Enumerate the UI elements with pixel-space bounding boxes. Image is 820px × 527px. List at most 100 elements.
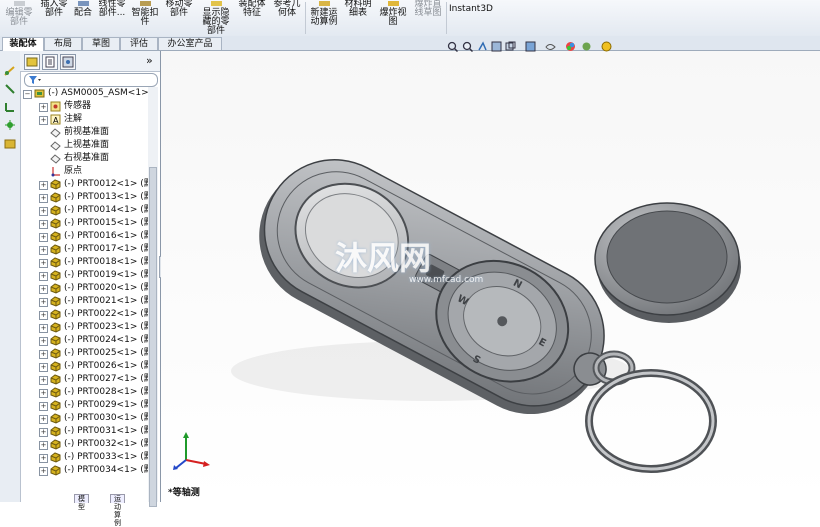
tree-part-item[interactable]: + (-) PRT0032<1> (默认: [22, 438, 148, 451]
tree-part-item[interactable]: + (-) PRT0030<1> (默认: [22, 412, 148, 425]
tree-part-item[interactable]: + (-) PRT0012<1> (默认: [22, 178, 148, 191]
tree-expand-toggle[interactable]: +: [39, 467, 48, 476]
tree-part-item[interactable]: + (-) PRT0029<1> (默认: [22, 399, 148, 412]
smart-mate-icon[interactable]: [4, 65, 16, 77]
tree-expand-toggle[interactable]: +: [39, 181, 48, 190]
tab-office-products[interactable]: 办公室产品: [158, 37, 222, 50]
tab-assembly[interactable]: 装配体: [2, 37, 44, 51]
tree-item[interactable]: 原点: [22, 165, 148, 178]
tree-root-item[interactable]: − (-) ASM0005_ASM<1> (默认: [22, 87, 148, 100]
tree-expand-toggle[interactable]: +: [39, 272, 48, 281]
tree-part-item[interactable]: + (-) PRT0016<1> (默认: [22, 230, 148, 243]
tree-part-item[interactable]: + (-) PRT0023<1> (默认: [22, 321, 148, 334]
tree-expand-toggle[interactable]: +: [39, 337, 48, 346]
tree-part-item[interactable]: + (-) PRT0027<1> (默认: [22, 373, 148, 386]
tree-expand-toggle[interactable]: +: [39, 454, 48, 463]
tree-scroll-thumb[interactable]: [149, 167, 157, 507]
edit-component-button[interactable]: 编辑零 部件: [2, 0, 36, 27]
tree-expand-toggle[interactable]: −: [23, 90, 32, 99]
tree-part-item[interactable]: + (-) PRT0013<1> (默认: [22, 191, 148, 204]
exploded-view-button[interactable]: 爆炸视 图: [377, 0, 409, 27]
zoom-to-fit-icon[interactable]: [447, 41, 459, 53]
graphics-area[interactable]: NESW 沐风网 www.mfcad.com: [161, 51, 820, 502]
apply-scene-icon[interactable]: [581, 41, 592, 52]
tree-item[interactable]: + 传感器: [22, 100, 148, 113]
tree-expand-toggle[interactable]: +: [39, 311, 48, 320]
configuration-manager-tab[interactable]: [60, 54, 76, 70]
tree-expand-toggle[interactable]: +: [39, 207, 48, 216]
keychain-compass-model[interactable]: NESW: [161, 51, 820, 502]
tree-expand-toggle[interactable]: +: [39, 259, 48, 268]
tab-layout[interactable]: 布局: [44, 37, 82, 50]
feature-manager-tab[interactable]: [24, 54, 40, 70]
tree-part-item[interactable]: + (-) PRT0017<1> (默认: [22, 243, 148, 256]
tree-expand-toggle[interactable]: +: [39, 246, 48, 255]
axis-tool-icon[interactable]: [4, 101, 16, 113]
tree-expand-toggle[interactable]: +: [39, 116, 48, 125]
tree-part-item[interactable]: + (-) PRT0026<1> (默认: [22, 360, 148, 373]
show-hidden-components-button[interactable]: 显示隐 藏的零 部件: [199, 0, 233, 36]
section-view-icon[interactable]: [491, 41, 502, 52]
new-motion-study-button[interactable]: 新建运 动算例: [308, 0, 340, 27]
bill-of-materials-button[interactable]: 材料明 细表: [343, 0, 373, 18]
view-settings-icon[interactable]: [601, 41, 612, 52]
line-tool-icon[interactable]: [4, 83, 16, 95]
tree-expand-toggle[interactable]: +: [39, 285, 48, 294]
tree-part-item[interactable]: + (-) PRT0020<1> (默认: [22, 282, 148, 295]
tree-part-item[interactable]: + (-) PRT0031<1> (默认: [22, 425, 148, 438]
mate-button[interactable]: 配合: [72, 0, 94, 18]
property-manager-tab[interactable]: [42, 54, 58, 70]
view-orientation-icon[interactable]: [505, 41, 516, 52]
move-component-button[interactable]: 移动零 部件: [163, 0, 195, 18]
edit-appearance-icon[interactable]: [565, 41, 576, 52]
tree-expand-toggle[interactable]: +: [39, 298, 48, 307]
tree-expand-toggle[interactable]: +: [39, 441, 48, 450]
tool-box-icon[interactable]: [4, 137, 16, 149]
tree-part-item[interactable]: + (-) PRT0028<1> (默认: [22, 386, 148, 399]
tree-expand-toggle[interactable]: +: [39, 220, 48, 229]
expand-panel-icon[interactable]: »: [146, 54, 153, 67]
tree-part-item[interactable]: + (-) PRT0018<1> (默认: [22, 256, 148, 269]
tree-expand-toggle[interactable]: +: [39, 103, 48, 112]
filter-box[interactable]: [24, 73, 158, 87]
tree-item[interactable]: + A 注解: [22, 113, 148, 126]
tree-item[interactable]: 右视基准面: [22, 152, 148, 165]
tree-item[interactable]: 上视基准面: [22, 139, 148, 152]
compass-cap[interactable]: [594, 202, 741, 323]
linear-pattern-button[interactable]: 线性零 部件...: [96, 0, 128, 18]
tree-expand-toggle[interactable]: +: [39, 363, 48, 372]
tree-expand-toggle[interactable]: +: [39, 428, 48, 437]
tree-part-item[interactable]: + (-) PRT0025<1> (默认: [22, 347, 148, 360]
tree-part-item[interactable]: + (-) PRT0021<1> (默认: [22, 295, 148, 308]
insert-component-button[interactable]: 插入零 部件: [38, 0, 70, 18]
tree-expand-toggle[interactable]: +: [39, 194, 48, 203]
point-tool-icon[interactable]: [4, 119, 16, 131]
tree-expand-toggle[interactable]: +: [39, 350, 48, 359]
tree-expand-toggle[interactable]: +: [39, 376, 48, 385]
previous-view-icon[interactable]: [477, 41, 488, 52]
tree-part-item[interactable]: + (-) PRT0034<1> (默认: [22, 464, 148, 477]
smart-fasteners-button[interactable]: 智能扣 件: [130, 0, 160, 27]
tree-part-item[interactable]: + (-) PRT0022<1> (默认: [22, 308, 148, 321]
assembly-features-button[interactable]: 装配体 特征: [236, 0, 268, 18]
display-style-icon[interactable]: [525, 41, 536, 52]
tree-part-item[interactable]: + (-) PRT0014<1> (默认: [22, 204, 148, 217]
tree-item[interactable]: 前视基准面: [22, 126, 148, 139]
tab-sketch[interactable]: 草图: [82, 37, 120, 50]
tree-part-item[interactable]: + (-) PRT0024<1> (默认: [22, 334, 148, 347]
tree-part-item[interactable]: + (-) PRT0033<1> (默认: [22, 451, 148, 464]
hide-show-items-icon[interactable]: [545, 41, 556, 52]
tree-expand-toggle[interactable]: +: [39, 402, 48, 411]
reference-geometry-button[interactable]: 参考几 何体: [271, 0, 303, 18]
tree-scrollbar[interactable]: [148, 87, 158, 507]
tree-part-item[interactable]: + (-) PRT0019<1> (默认: [22, 269, 148, 282]
tab-evaluate[interactable]: 评估: [120, 37, 158, 50]
tree-expand-toggle[interactable]: +: [39, 233, 48, 242]
explode-line-sketch-button[interactable]: 爆炸直 线草图: [412, 0, 444, 18]
instant3d-button[interactable]: Instant3D: [449, 5, 493, 14]
tree-expand-toggle[interactable]: +: [39, 415, 48, 424]
zoom-to-area-icon[interactable]: [462, 41, 474, 53]
tree-part-item[interactable]: + (-) PRT0015<1> (默认: [22, 217, 148, 230]
tree-expand-toggle[interactable]: +: [39, 324, 48, 333]
tree-expand-toggle[interactable]: +: [39, 389, 48, 398]
